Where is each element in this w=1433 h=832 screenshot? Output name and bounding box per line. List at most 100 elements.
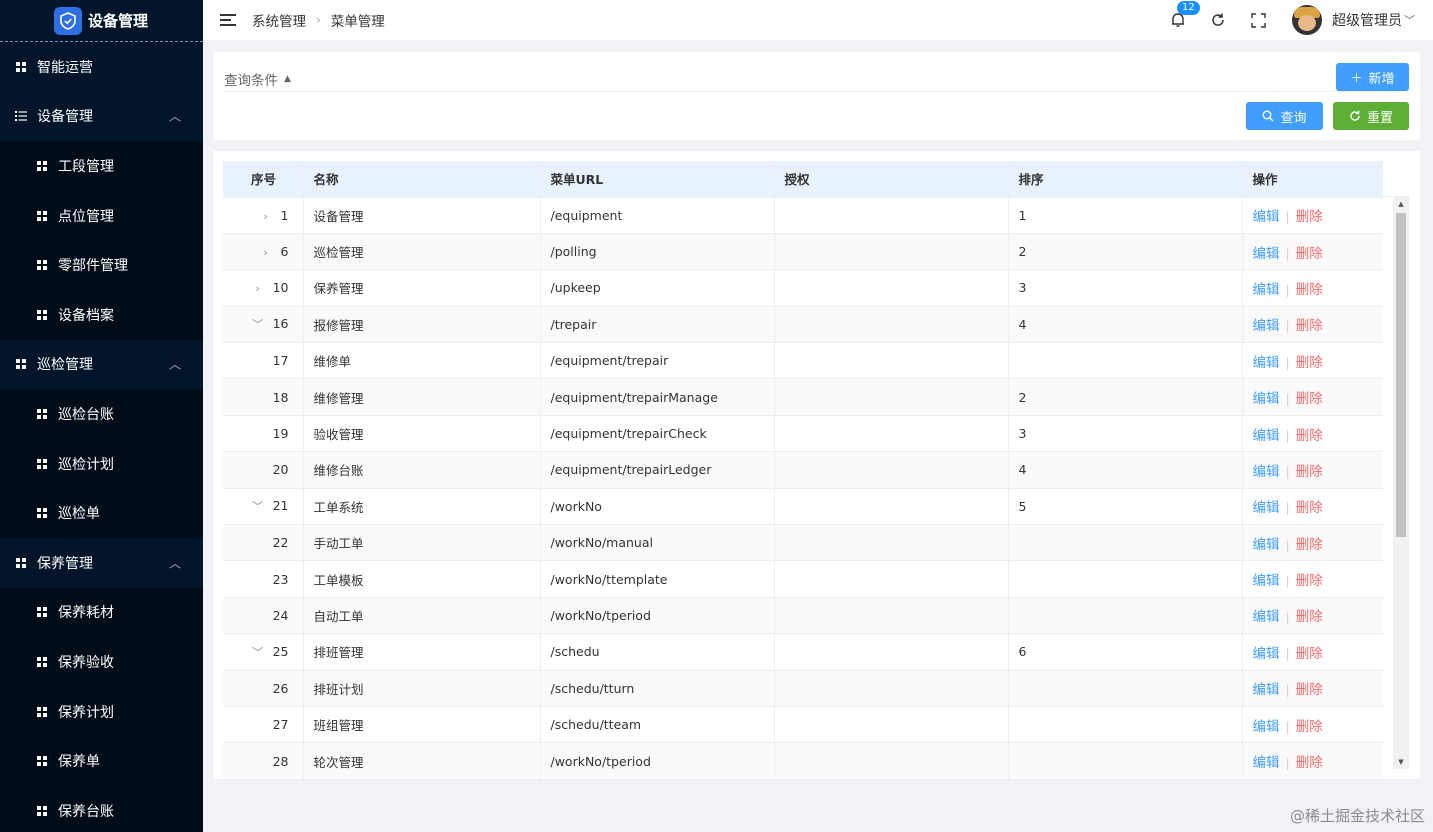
delete-link[interactable]: 删除 <box>1296 464 1323 480</box>
chevron-down-icon[interactable]: ﹀ <box>251 316 265 332</box>
table-row[interactable]: ﹀ 16 报修管理/trepair 4 编辑 | 删除 <box>223 306 1383 344</box>
delete-link[interactable]: 删除 <box>1296 282 1323 298</box>
edit-link[interactable]: 编辑 <box>1253 609 1280 625</box>
cell-actions: 编辑 | 删除 <box>1242 633 1383 671</box>
query-toggle[interactable]: 查询条件 ▲ <box>224 69 291 89</box>
sidebar-item-1[interactable]: 设备管理 ︿ <box>0 92 203 142</box>
menu-toggle-icon[interactable] <box>220 11 236 29</box>
grid-icon <box>35 258 49 272</box>
table-row[interactable]: 19 验收管理/equipment/trepairCheck 3 编辑 | 删除 <box>223 415 1383 453</box>
scroll-up-icon[interactable]: ▲ <box>1393 197 1409 211</box>
table-row[interactable]: 18 维修管理/equipment/trepairManage 2 编辑 | 删除 <box>223 378 1383 416</box>
edit-link[interactable]: 编辑 <box>1253 318 1280 334</box>
edit-link[interactable]: 编辑 <box>1253 646 1280 662</box>
chevron-right-icon[interactable]: › <box>251 282 265 295</box>
refresh-button[interactable] <box>1198 0 1238 40</box>
sidebar-item-7[interactable]: 巡检台账 <box>0 389 203 439</box>
edit-link[interactable]: 编辑 <box>1253 500 1280 516</box>
table-row[interactable]: › 6 巡检管理/polling 2 编辑 | 删除 <box>223 233 1383 271</box>
column-header-actions: 操作 <box>1242 161 1383 198</box>
chevron-down-icon[interactable]: ﹀ <box>251 644 265 660</box>
delete-link[interactable]: 删除 <box>1296 573 1323 589</box>
reset-button[interactable]: 重置 <box>1333 102 1409 130</box>
sidebar-item-6[interactable]: 巡检管理 ︿ <box>0 340 203 390</box>
table-row[interactable]: › 1 设备管理/equipment 1 编辑 | 删除 <box>223 197 1383 234</box>
sidebar-item-5[interactable]: 设备档案 <box>0 289 203 340</box>
sidebar-item-14[interactable]: 保养单 <box>0 736 203 786</box>
table-scrollbar[interactable]: ▲ ▼ <box>1393 197 1409 769</box>
delete-link[interactable]: 删除 <box>1296 682 1323 698</box>
edit-link[interactable]: 编辑 <box>1253 719 1280 735</box>
delete-link[interactable]: 删除 <box>1296 209 1323 225</box>
delete-link[interactable]: 删除 <box>1296 355 1323 371</box>
cell-actions: 编辑 | 删除 <box>1242 233 1383 271</box>
edit-link[interactable]: 编辑 <box>1253 682 1280 698</box>
delete-link[interactable]: 删除 <box>1296 246 1323 262</box>
notification-button[interactable]: 12 <box>1158 0 1200 40</box>
grid-icon <box>35 209 49 223</box>
sidebar-item-3[interactable]: 点位管理 <box>0 190 203 241</box>
table-row[interactable]: 24 自动工单/workNo/tperiod 编辑 | 删除 <box>223 597 1383 635</box>
delete-link[interactable]: 删除 <box>1296 719 1323 735</box>
edit-link[interactable]: 编辑 <box>1253 464 1280 480</box>
row-id: 21 <box>272 498 289 514</box>
sidebar-item-11[interactable]: 保养耗材 <box>0 587 203 638</box>
delete-link[interactable]: 删除 <box>1296 609 1323 625</box>
user-menu[interactable]: 超级管理员 ﹀ <box>1332 10 1415 30</box>
sidebar-item-8[interactable]: 巡检计划 <box>0 438 203 489</box>
scroll-down-icon[interactable]: ▼ <box>1393 755 1409 769</box>
search-button[interactable]: 查询 <box>1246 102 1323 130</box>
cell-url: /schedu <box>540 633 775 671</box>
edit-link[interactable]: 编辑 <box>1253 282 1280 298</box>
edit-link[interactable]: 编辑 <box>1253 573 1280 589</box>
table-row[interactable]: ﹀ 25 排班管理/schedu 6 编辑 | 删除 <box>223 633 1383 671</box>
row-id: 19 <box>272 426 289 442</box>
edit-link[interactable]: 编辑 <box>1253 391 1280 407</box>
table-row[interactable]: 27 班组管理/schedu/tteam 编辑 | 删除 <box>223 706 1383 744</box>
sidebar-item-10[interactable]: 保养管理 ︿ <box>0 538 203 588</box>
delete-link[interactable]: 删除 <box>1296 537 1323 553</box>
sidebar-item-15[interactable]: 保养台账 <box>0 785 203 832</box>
table-row[interactable]: 28 轮次管理/workNo/tperiod 编辑 | 删除 <box>223 742 1383 780</box>
action-separator: | <box>1285 682 1290 698</box>
header-gutter <box>1383 161 1409 197</box>
edit-link[interactable]: 编辑 <box>1253 355 1280 371</box>
table-row[interactable]: 17 维修单/equipment/trepair 编辑 | 删除 <box>223 342 1383 380</box>
table-row[interactable]: ﹀ 21 工单系统/workNo 5 编辑 | 删除 <box>223 488 1383 526</box>
table-row[interactable]: 20 维修台账/equipment/trepairLedger 4 编辑 | 删除 <box>223 451 1383 489</box>
scrollbar-thumb[interactable] <box>1396 213 1406 537</box>
delete-link[interactable]: 删除 <box>1296 755 1323 771</box>
edit-link[interactable]: 编辑 <box>1253 755 1280 771</box>
cell-index: 20 <box>223 451 304 489</box>
delete-link[interactable]: 删除 <box>1296 646 1323 662</box>
table-row[interactable]: › 10 保养管理/upkeep 3 编辑 | 删除 <box>223 269 1383 307</box>
delete-link[interactable]: 删除 <box>1296 428 1323 444</box>
delete-link[interactable]: 删除 <box>1296 318 1323 334</box>
table-row[interactable]: 26 排班计划/schedu/tturn 编辑 | 删除 <box>223 670 1383 707</box>
delete-link[interactable]: 删除 <box>1296 500 1323 516</box>
sidebar-item-12[interactable]: 保养验收 <box>0 637 203 687</box>
delete-link[interactable]: 删除 <box>1296 391 1323 407</box>
chevron-down-icon[interactable]: ﹀ <box>251 498 265 514</box>
sidebar-item-9[interactable]: 巡检单 <box>0 488 203 538</box>
logo[interactable]: 设备管理 <box>0 0 203 42</box>
edit-link[interactable]: 编辑 <box>1253 209 1280 225</box>
edit-link[interactable]: 编辑 <box>1253 246 1280 262</box>
chevron-right-icon[interactable]: › <box>259 246 273 259</box>
cell-name: 维修管理 <box>303 378 541 416</box>
fullscreen-button[interactable] <box>1238 0 1278 40</box>
breadcrumb-item-system[interactable]: 系统管理 <box>252 10 306 30</box>
sidebar-item-0[interactable]: 智能运营 <box>0 42 203 92</box>
sidebar-item-13[interactable]: 保养计划 <box>0 686 203 737</box>
table-row[interactable]: 23 工单模板/workNo/ttemplate 编辑 | 删除 <box>223 560 1383 598</box>
table-row[interactable]: 22 手动工单/workNo/manual 编辑 | 删除 <box>223 524 1383 562</box>
chevron-right-icon[interactable]: › <box>259 210 273 223</box>
edit-link[interactable]: 编辑 <box>1253 428 1280 444</box>
edit-link[interactable]: 编辑 <box>1253 537 1280 553</box>
cell-auth <box>774 597 1009 635</box>
sidebar-item-2[interactable]: 工段管理 <box>0 141 203 191</box>
sidebar-menu: 智能运营 设备管理 ︿ 工段管理 点位管理 零部件管理 设备档案 巡检管理 ︿ 巡检台账 巡检计划巡… <box>0 42 203 832</box>
add-button[interactable]: ＋ 新增 <box>1336 63 1409 91</box>
avatar[interactable] <box>1292 5 1322 35</box>
sidebar-item-4[interactable]: 零部件管理 <box>0 240 203 290</box>
